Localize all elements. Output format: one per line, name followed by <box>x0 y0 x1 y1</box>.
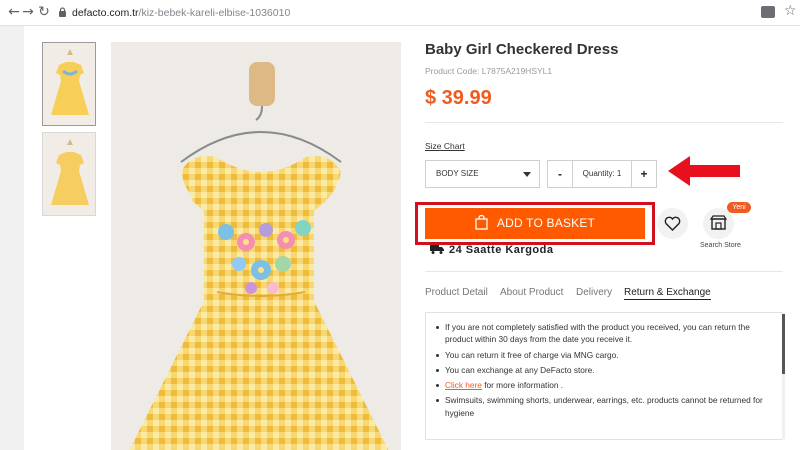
list-item: Swimsuits, swimming shorts, underwear, e… <box>436 394 776 419</box>
product-thumbnail-1[interactable] <box>42 42 96 126</box>
product-price: $ 39.99 <box>425 87 492 109</box>
details-scrollbar-thumb[interactable] <box>782 314 785 374</box>
list-item: Click here for more information . <box>436 379 776 391</box>
checkered-dress-image <box>111 42 401 450</box>
product-thumbnail-2[interactable] <box>42 132 96 216</box>
red-arrow-annotation <box>668 156 740 186</box>
chevron-down-icon <box>523 172 531 177</box>
dress-thumbnail-image <box>43 43 95 125</box>
favorite-button[interactable] <box>657 208 688 239</box>
tab-product-detail[interactable]: Product Detail <box>425 287 488 298</box>
list-item: You can exchange at any DeFacto store. <box>436 364 776 376</box>
decrease-quantity-button[interactable]: - <box>548 161 573 187</box>
new-badge: Yeni <box>727 202 751 213</box>
search-store-button[interactable] <box>703 208 734 239</box>
search-store-label[interactable]: Search Store <box>700 242 741 249</box>
heart-icon <box>664 216 681 231</box>
more-info-text: for more information . <box>481 380 564 391</box>
browser-toolbar: ← → ↻ defacto.com.tr/kiz-bebek-kareli-el… <box>0 0 800 26</box>
product-code: Product Code: L7875A219HSYL1 <box>425 66 553 76</box>
divider <box>425 122 783 123</box>
quantity-stepper: - Quantity: 1 + <box>547 160 657 188</box>
body-size-select[interactable]: BODY SIZE <box>425 160 540 188</box>
dress-back-thumbnail-image <box>43 133 95 215</box>
translate-icon[interactable] <box>761 6 775 18</box>
truck-icon <box>430 245 444 254</box>
lock-icon <box>59 7 66 17</box>
increase-quantity-button[interactable]: + <box>631 161 656 187</box>
address-bar[interactable]: defacto.com.tr/kiz-bebek-kareli-elbise-1… <box>58 4 780 22</box>
product-title: Baby Girl Checkered Dress <box>425 41 619 58</box>
left-gutter <box>0 26 24 450</box>
return-exchange-details: If you are not completely satisfied with… <box>425 312 783 440</box>
body-size-value: BODY SIZE <box>436 169 479 178</box>
main-product-image[interactable] <box>111 42 401 450</box>
url-host: defacto.com.tr <box>72 7 139 19</box>
tab-return-exchange[interactable]: Return & Exchange <box>624 287 711 300</box>
click-here-link[interactable]: Click here <box>445 380 482 390</box>
add-to-basket-button[interactable]: ADD TO BASKET <box>425 208 645 239</box>
shopping-bag-icon <box>475 215 488 230</box>
list-item: You can return it free of charge via MNG… <box>436 349 776 361</box>
tab-about-product[interactable]: About Product <box>500 287 563 298</box>
add-to-basket-label: ADD TO BASKET <box>496 216 596 230</box>
arrow-right-icon[interactable]: → <box>20 4 36 20</box>
url-path: /kiz-bebek-kareli-elbise-1036010 <box>138 7 291 19</box>
product-page: Baby Girl Checkered Dress Product Code: … <box>0 26 800 450</box>
bookmark-star-icon[interactable]: ☆ <box>784 3 797 19</box>
store-icon <box>709 215 728 230</box>
list-item: If you are not completely satisfied with… <box>436 321 776 346</box>
tab-delivery[interactable]: Delivery <box>576 287 612 298</box>
shipping-text: 24 Saatte Kargoda <box>449 244 554 256</box>
shipping-info: 24 Saatte Kargoda <box>430 244 553 256</box>
quantity-label: Quantity: 1 <box>582 169 622 178</box>
reload-icon[interactable]: ↻ <box>36 4 52 20</box>
size-chart-link[interactable]: Size Chart <box>425 141 465 151</box>
divider <box>425 271 783 272</box>
